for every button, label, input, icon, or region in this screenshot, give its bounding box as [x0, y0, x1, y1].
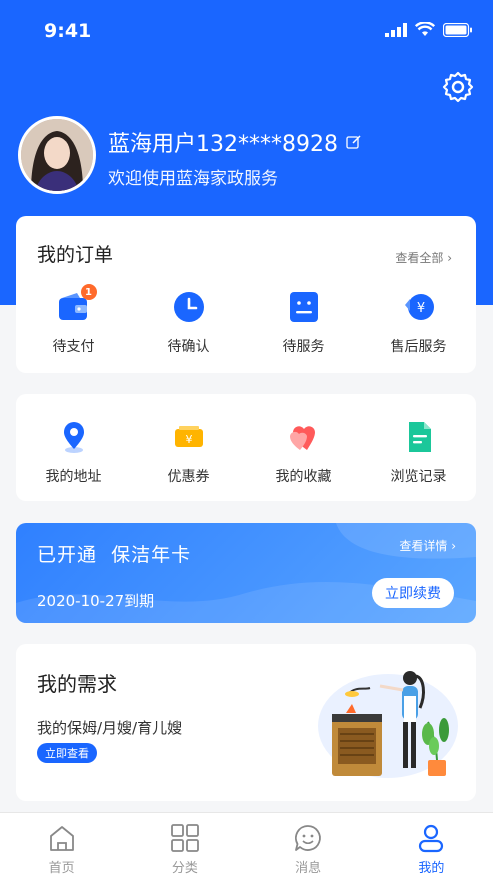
- wallet-icon: 1: [57, 284, 97, 324]
- service-icon: [287, 290, 321, 324]
- settings-gear-icon[interactable]: [441, 70, 475, 104]
- favorites-icon: [287, 420, 321, 454]
- chevron-right-icon: ›: [451, 539, 456, 553]
- my-favorites-label: 我的收藏: [275, 469, 332, 485]
- wifi-icon: [415, 22, 435, 36]
- view-all-orders-link[interactable]: 查看全部 ›: [395, 249, 452, 266]
- message-icon: [295, 825, 321, 851]
- order-pending-confirm[interactable]: 待确认: [131, 290, 246, 356]
- order-pending-payment[interactable]: 1 待支付: [16, 284, 131, 356]
- membership-detail-label: 查看详情: [399, 539, 448, 553]
- tab-category[interactable]: 分类: [123, 813, 246, 879]
- status-bar: 9:41: [0, 0, 493, 60]
- tab-messages-label: 消息: [295, 861, 322, 876]
- tab-home-label: 首页: [48, 861, 75, 876]
- my-needs-title: 我的需求: [37, 672, 117, 696]
- svg-text:¥: ¥: [416, 301, 424, 316]
- membership-expiry: 2020-10-27到期: [37, 592, 155, 610]
- status-time: 9:41: [44, 20, 92, 42]
- bottom-tab-bar: 首页 分类 消息 我的: [0, 812, 493, 879]
- pending-payment-badge: 1: [80, 284, 97, 300]
- signal-icon: [385, 22, 407, 37]
- avatar-photo: [21, 119, 93, 191]
- avatar[interactable]: [18, 116, 96, 194]
- membership-card[interactable]: 已开通 保洁年卡 查看详情 › 2020-10-27到期 立即续费: [16, 523, 476, 623]
- order-pending-confirm-label: 待确认: [167, 339, 210, 355]
- profile-icon: [419, 824, 444, 853]
- edit-icon[interactable]: [346, 134, 362, 150]
- orders-title: 我的订单: [37, 244, 114, 266]
- svg-text:¥: ¥: [185, 433, 192, 446]
- coupons-label: 优惠券: [167, 469, 210, 485]
- welcome-text: 欢迎使用蓝海家政服务: [108, 169, 278, 189]
- coupons[interactable]: ¥ 优惠券: [131, 420, 246, 486]
- tab-home[interactable]: 首页: [0, 813, 123, 879]
- order-status-row: 1 待支付 待确认 待服务 ¥ 售后服务: [16, 284, 476, 356]
- chevron-right-icon: ›: [447, 251, 452, 265]
- my-favorites[interactable]: 我的收藏: [246, 420, 361, 486]
- history-icon: [402, 420, 436, 454]
- orders-card: 我的订单 查看全部 › 1 待支付 待确认 待服务 ¥ 售后服务: [16, 216, 476, 373]
- refund-icon: ¥: [402, 290, 436, 324]
- order-pending-payment-label: 待支付: [52, 339, 95, 355]
- clock-icon: [172, 290, 206, 324]
- tab-profile[interactable]: 我的: [370, 813, 493, 879]
- tab-profile-label: 我的: [418, 861, 445, 876]
- coupon-icon: ¥: [172, 420, 206, 454]
- tools-row: 我的地址 ¥ 优惠券 我的收藏 浏览记录: [16, 420, 476, 486]
- browse-history[interactable]: 浏览记录: [361, 420, 476, 486]
- my-address-label: 我的地址: [45, 469, 102, 485]
- tools-card: 我的地址 ¥ 优惠券 我的收藏 浏览记录: [16, 394, 476, 501]
- order-after-sales-label: 售后服务: [390, 339, 447, 355]
- status-icons: [385, 22, 473, 37]
- renew-button[interactable]: 立即续费: [372, 578, 454, 608]
- username-row[interactable]: 蓝海用户132****8928: [108, 126, 362, 158]
- order-pending-service[interactable]: 待服务: [246, 290, 361, 356]
- tab-category-label: 分类: [171, 861, 198, 876]
- category-icon: [170, 824, 199, 852]
- tab-messages[interactable]: 消息: [247, 813, 370, 879]
- membership-title: 已开通 保洁年卡: [37, 544, 192, 566]
- location-icon: [57, 420, 91, 454]
- my-address[interactable]: 我的地址: [16, 420, 131, 486]
- housekeeper-cooking-illustration: [318, 671, 458, 778]
- browse-history-label: 浏览记录: [390, 469, 447, 485]
- view-all-label: 查看全部: [395, 251, 444, 265]
- order-after-sales[interactable]: ¥ 售后服务: [361, 290, 476, 356]
- home-icon: [49, 826, 74, 851]
- order-pending-service-label: 待服务: [282, 339, 325, 355]
- my-needs-card: 我的需求 我的保姆/月嫂/育儿嫂 立即查看: [16, 644, 476, 801]
- battery-icon: [443, 22, 472, 37]
- view-now-button[interactable]: 立即查看: [37, 743, 97, 763]
- my-needs-subtitle: 我的保姆/月嫂/育儿嫂: [37, 719, 183, 737]
- username: 蓝海用户132****8928: [108, 132, 338, 157]
- membership-detail-link[interactable]: 查看详情 ›: [399, 537, 456, 554]
